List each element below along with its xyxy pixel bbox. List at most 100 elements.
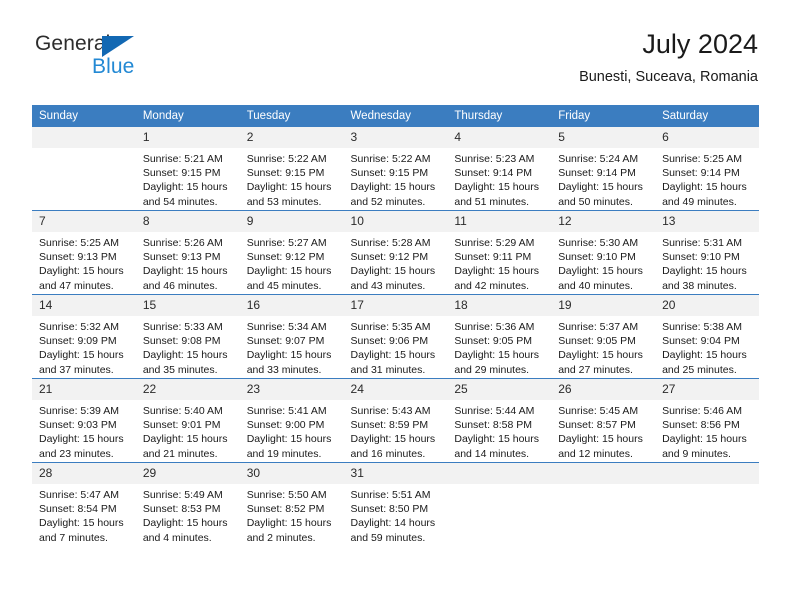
daylight-text-line1: Daylight: 15 hours [142, 181, 228, 194]
day-details: Sunrise: 5:33 AM Sunset: 9:08 PM Dayligh… [136, 316, 240, 377]
sunset-text: Sunset: 9:15 PM [142, 167, 221, 180]
day-details: Sunrise: 5:47 AM Sunset: 8:54 PM Dayligh… [32, 484, 136, 545]
day-number: 23 [239, 379, 344, 400]
daylight-text-line2: and 43 minutes. [350, 279, 426, 292]
general-blue-logo: General Blue [32, 32, 222, 92]
day-cell[interactable]: 19 Sunrise: 5:37 AM Sunset: 9:05 PM Dayl… [551, 294, 656, 379]
day-cell[interactable]: 20 Sunrise: 5:38 AM Sunset: 9:04 PM Dayl… [655, 294, 759, 379]
day-cell[interactable]: 2 Sunrise: 5:22 AM Sunset: 9:15 PM Dayli… [239, 127, 344, 211]
day-cell[interactable]: 14 Sunrise: 5:32 AM Sunset: 9:09 PM Dayl… [32, 294, 136, 379]
day-details [551, 484, 655, 544]
daylight-text-line1: Daylight: 15 hours [558, 181, 643, 194]
calendar-page: General Blue July 2024 Bunesti, Suceava,… [0, 0, 792, 612]
day-cell[interactable] [551, 462, 656, 546]
sunset-text: Sunset: 8:58 PM [454, 419, 533, 432]
day-cell[interactable]: 29 Sunrise: 5:49 AM Sunset: 8:53 PM Dayl… [135, 462, 240, 546]
day-cell[interactable]: 13 Sunrise: 5:31 AM Sunset: 9:10 PM Dayl… [655, 210, 759, 295]
sunrise-text: Sunrise: 5:26 AM [142, 237, 223, 249]
daylight-text-line2: and 51 minutes. [454, 195, 530, 208]
day-details: Sunrise: 5:37 AM Sunset: 9:05 PM Dayligh… [551, 316, 655, 377]
daylight-text-line1: Daylight: 15 hours [454, 181, 540, 194]
weekday-header-thursday: Thursday [447, 105, 552, 127]
daylight-text-line2: and 37 minutes. [39, 363, 114, 376]
sunrise-text: Sunrise: 5:25 AM [662, 153, 743, 165]
day-cell[interactable]: 4 Sunrise: 5:23 AM Sunset: 9:14 PM Dayli… [447, 127, 552, 211]
day-details: Sunrise: 5:25 AM Sunset: 9:14 PM Dayligh… [655, 148, 759, 209]
day-cell[interactable]: 10 Sunrise: 5:28 AM Sunset: 9:12 PM Dayl… [343, 210, 448, 295]
day-details: Sunrise: 5:43 AM Sunset: 8:59 PM Dayligh… [344, 400, 448, 461]
day-cell[interactable]: 15 Sunrise: 5:33 AM Sunset: 9:08 PM Dayl… [135, 294, 240, 379]
daylight-text-line2: and 12 minutes. [558, 447, 633, 460]
weekday-header-sunday: Sunday [32, 105, 136, 127]
sunrise-text: Sunrise: 5:29 AM [454, 237, 535, 249]
daylight-text-line2: and 16 minutes. [350, 447, 426, 460]
day-cell[interactable]: 27 Sunrise: 5:46 AM Sunset: 8:56 PM Dayl… [655, 378, 759, 463]
sunset-text: Sunset: 9:12 PM [246, 251, 325, 264]
day-cell[interactable]: 16 Sunrise: 5:34 AM Sunset: 9:07 PM Dayl… [239, 294, 344, 379]
day-cell[interactable]: 6 Sunrise: 5:25 AM Sunset: 9:14 PM Dayli… [655, 127, 759, 211]
daylight-text-line1: Daylight: 15 hours [662, 433, 747, 446]
daylight-text-line1: Daylight: 15 hours [350, 265, 436, 278]
day-details: Sunrise: 5:27 AM Sunset: 9:12 PM Dayligh… [240, 232, 344, 293]
day-cell[interactable]: 26 Sunrise: 5:45 AM Sunset: 8:57 PM Dayl… [551, 378, 656, 463]
daylight-text-line1: Daylight: 15 hours [39, 517, 124, 530]
day-details: Sunrise: 5:41 AM Sunset: 9:00 PM Dayligh… [240, 400, 344, 461]
daylight-text-line1: Daylight: 15 hours [142, 349, 228, 362]
sunset-text: Sunset: 9:14 PM [558, 167, 636, 180]
day-number [551, 463, 656, 484]
day-details: Sunrise: 5:31 AM Sunset: 9:10 PM Dayligh… [655, 232, 759, 293]
sunrise-text: Sunrise: 5:21 AM [142, 153, 223, 165]
day-cell[interactable] [447, 462, 552, 546]
sunset-text: Sunset: 8:57 PM [558, 419, 636, 432]
day-cell[interactable]: 23 Sunrise: 5:41 AM Sunset: 9:00 PM Dayl… [239, 378, 344, 463]
day-cell[interactable] [655, 462, 759, 546]
daylight-text-line1: Daylight: 15 hours [558, 265, 643, 278]
day-cell[interactable]: 30 Sunrise: 5:50 AM Sunset: 8:52 PM Dayl… [239, 462, 344, 546]
daylight-text-line2: and 4 minutes. [142, 531, 212, 544]
day-cell[interactable]: 28 Sunrise: 5:47 AM Sunset: 8:54 PM Dayl… [32, 462, 136, 546]
day-cell[interactable]: 3 Sunrise: 5:22 AM Sunset: 9:15 PM Dayli… [343, 127, 448, 211]
calendar-header-row: Sunday Monday Tuesday Wednesday Thursday… [32, 105, 759, 127]
sunset-text: Sunset: 9:12 PM [350, 251, 429, 264]
daylight-text-line1: Daylight: 15 hours [246, 517, 332, 530]
day-cell[interactable]: 18 Sunrise: 5:36 AM Sunset: 9:05 PM Dayl… [447, 294, 552, 379]
day-cell[interactable]: 11 Sunrise: 5:29 AM Sunset: 9:11 PM Dayl… [447, 210, 552, 295]
sunrise-text: Sunrise: 5:35 AM [350, 321, 431, 333]
day-number: 13 [655, 211, 759, 232]
daylight-text-line2: and 59 minutes. [350, 531, 426, 544]
sunset-text: Sunset: 9:10 PM [662, 251, 740, 264]
day-cell[interactable]: 31 Sunrise: 5:51 AM Sunset: 8:50 PM Dayl… [343, 462, 448, 546]
sunset-text: Sunset: 9:13 PM [142, 251, 221, 264]
sunset-text: Sunset: 9:03 PM [39, 419, 117, 432]
day-details: Sunrise: 5:24 AM Sunset: 9:14 PM Dayligh… [551, 148, 655, 209]
day-number: 18 [447, 295, 552, 316]
day-cell[interactable]: 24 Sunrise: 5:43 AM Sunset: 8:59 PM Dayl… [343, 378, 448, 463]
day-cell[interactable]: 17 Sunrise: 5:35 AM Sunset: 9:06 PM Dayl… [343, 294, 448, 379]
day-cell[interactable]: 5 Sunrise: 5:24 AM Sunset: 9:14 PM Dayli… [551, 127, 656, 211]
day-cell[interactable]: 25 Sunrise: 5:44 AM Sunset: 8:58 PM Dayl… [447, 378, 552, 463]
calendar-body: 1 Sunrise: 5:21 AM Sunset: 9:15 PM Dayli… [32, 127, 759, 546]
sunrise-text: Sunrise: 5:22 AM [246, 153, 327, 165]
daylight-text-line2: and 33 minutes. [246, 363, 322, 376]
day-cell[interactable]: 12 Sunrise: 5:30 AM Sunset: 9:10 PM Dayl… [551, 210, 656, 295]
sunrise-text: Sunrise: 5:45 AM [558, 405, 639, 417]
day-cell[interactable]: 7 Sunrise: 5:25 AM Sunset: 9:13 PM Dayli… [32, 210, 136, 295]
sunrise-text: Sunrise: 5:24 AM [558, 153, 639, 165]
day-details: Sunrise: 5:34 AM Sunset: 9:07 PM Dayligh… [240, 316, 344, 377]
sunrise-text: Sunrise: 5:51 AM [350, 489, 431, 501]
day-cell[interactable]: 22 Sunrise: 5:40 AM Sunset: 9:01 PM Dayl… [135, 378, 240, 463]
day-cell[interactable]: 9 Sunrise: 5:27 AM Sunset: 9:12 PM Dayli… [239, 210, 344, 295]
day-details: Sunrise: 5:26 AM Sunset: 9:13 PM Dayligh… [136, 232, 240, 293]
day-cell[interactable]: 8 Sunrise: 5:26 AM Sunset: 9:13 PM Dayli… [135, 210, 240, 295]
day-cell[interactable] [32, 127, 136, 211]
daylight-text-line1: Daylight: 15 hours [662, 349, 747, 362]
daylight-text-line2: and 42 minutes. [454, 279, 530, 292]
sunrise-text: Sunrise: 5:32 AM [39, 321, 119, 333]
sunset-text: Sunset: 9:14 PM [662, 167, 740, 180]
sunset-text: Sunset: 8:50 PM [350, 503, 429, 516]
sunset-text: Sunset: 8:52 PM [246, 503, 325, 516]
page-subtitle-location: Bunesti, Suceava, Romania [579, 69, 758, 85]
day-cell[interactable]: 21 Sunrise: 5:39 AM Sunset: 9:03 PM Dayl… [32, 378, 136, 463]
day-cell[interactable]: 1 Sunrise: 5:21 AM Sunset: 9:15 PM Dayli… [135, 127, 240, 211]
day-details: Sunrise: 5:38 AM Sunset: 9:04 PM Dayligh… [655, 316, 759, 377]
